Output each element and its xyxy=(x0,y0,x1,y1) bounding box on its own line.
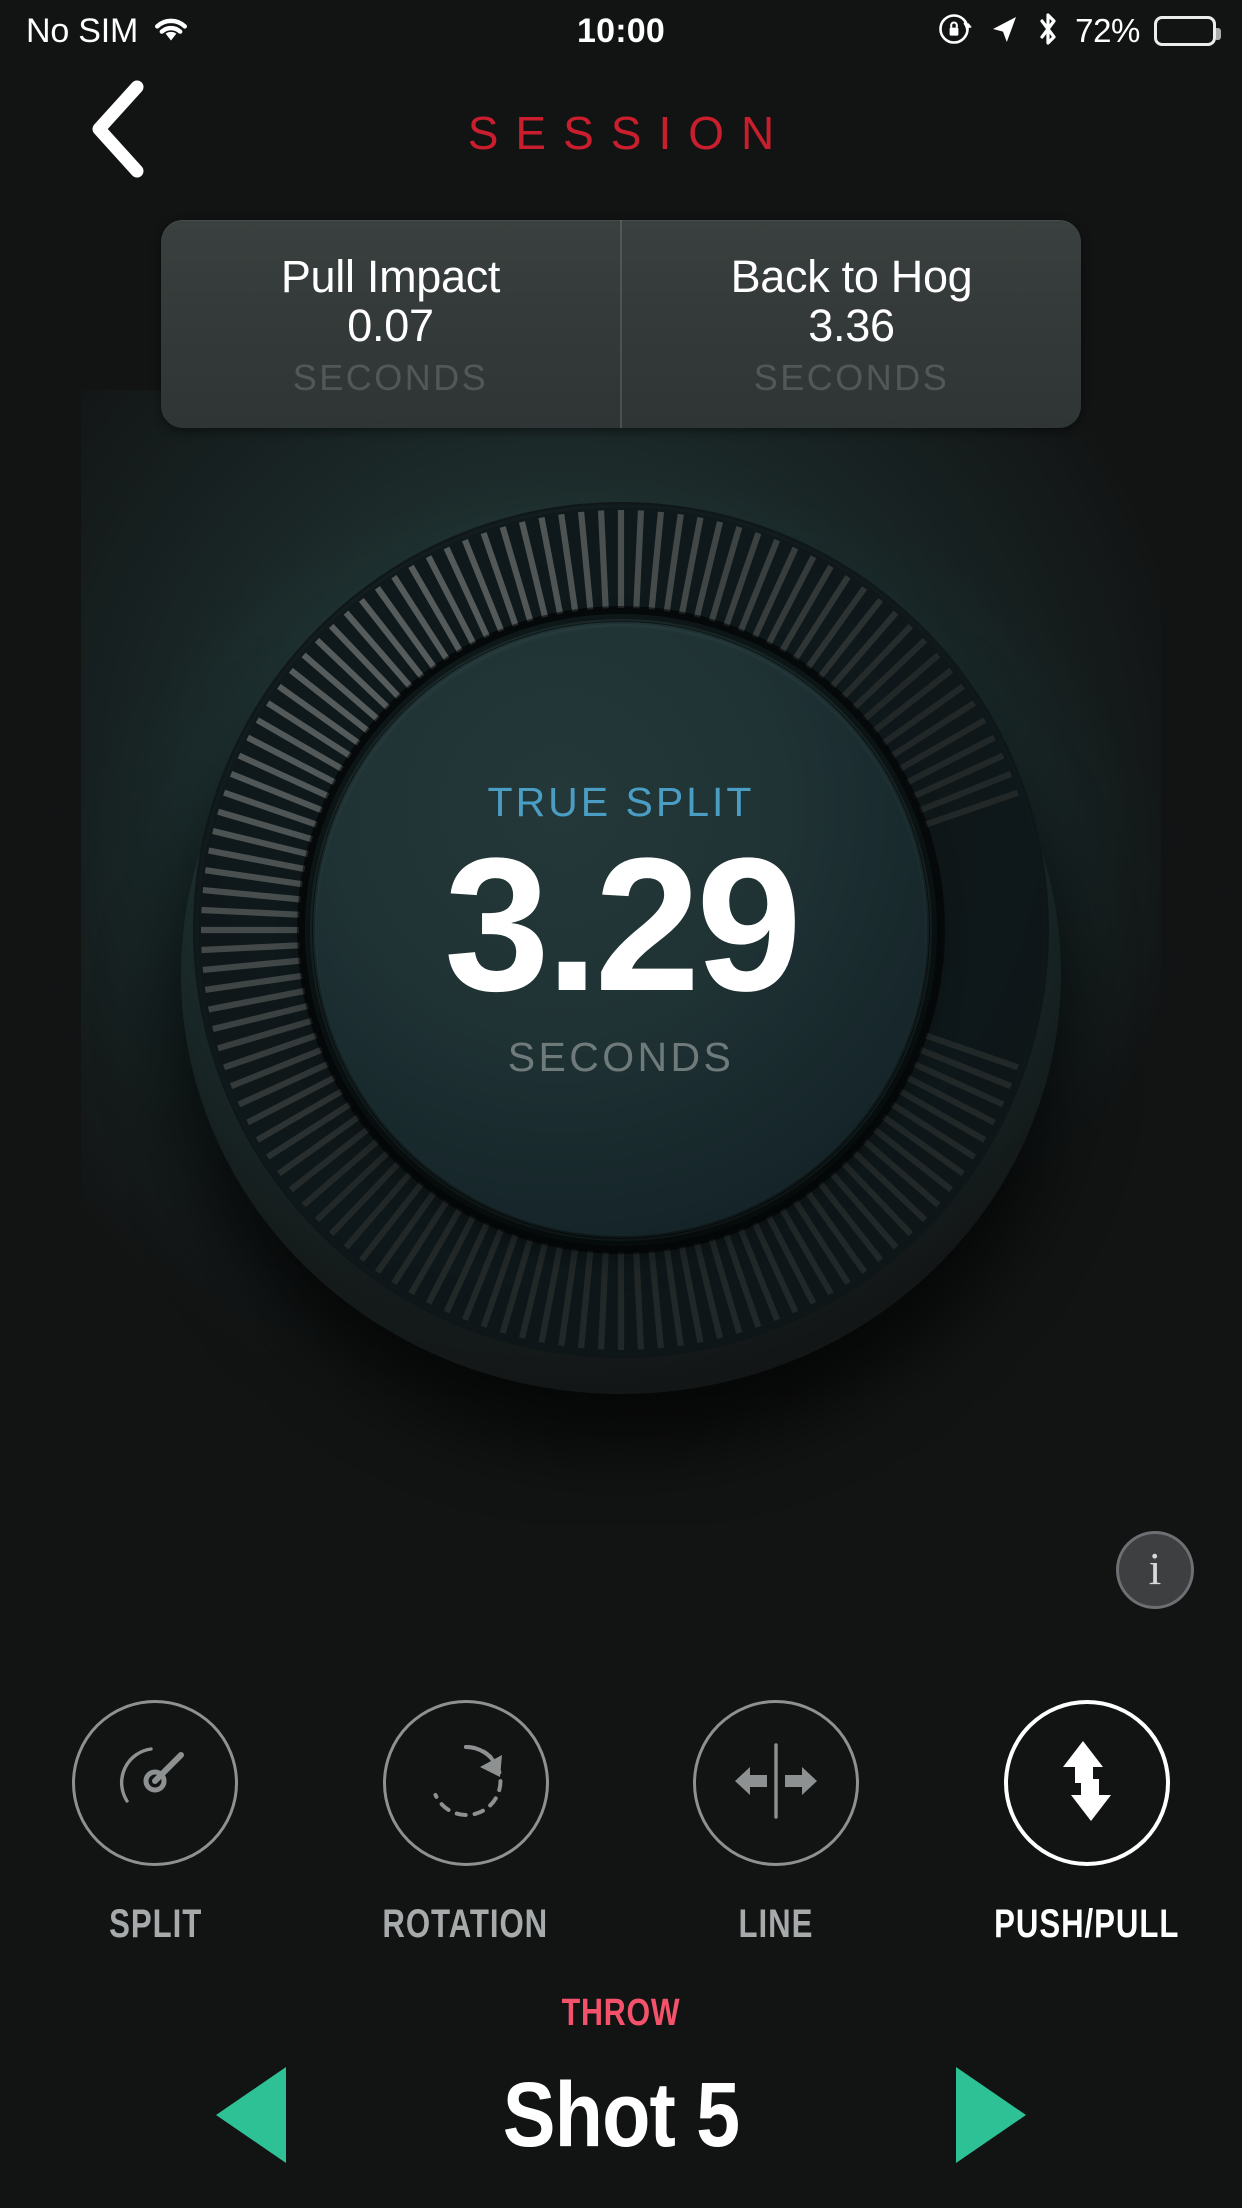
wifi-icon xyxy=(151,14,191,49)
stat-pull-impact[interactable]: Pull Impact 0.07 SECONDS xyxy=(161,220,620,428)
summary-stats-card: Pull Impact 0.07 SECONDS Back to Hog 3.3… xyxy=(161,220,1081,428)
dial-unit: SECONDS xyxy=(507,1034,735,1081)
stat-back-to-hog[interactable]: Back to Hog 3.36 SECONDS xyxy=(620,220,1081,428)
tab-label: SPLIT xyxy=(108,1902,202,1946)
rotation-lock-icon xyxy=(935,10,973,53)
stat-label: Back to Hog xyxy=(730,250,973,302)
header-bar: SESSION xyxy=(0,62,1242,202)
status-bar: No SIM 10:00 72% xyxy=(0,0,1242,62)
page-title: SESSION xyxy=(467,107,792,159)
shot-title: Shot 5 xyxy=(502,2064,740,2166)
tab-label: PUSH/PULL xyxy=(994,1902,1180,1946)
tab-icon-wrap xyxy=(382,1700,549,1866)
metric-tab-bar: SPLIT ROTATION LINE PUSH/PULL xyxy=(0,1700,1242,1947)
status-bar-right: 72% xyxy=(935,10,1221,53)
battery-icon xyxy=(1154,16,1221,46)
tab-push-pull[interactable]: PUSH/PULL xyxy=(932,1700,1242,1947)
shot-navigation: Shot 5 xyxy=(0,2050,1242,2180)
tab-split[interactable]: SPLIT xyxy=(0,1700,311,1947)
stat-value: 3.36 xyxy=(808,299,895,351)
up-down-arrows-icon xyxy=(1031,1725,1143,1842)
stat-unit: SECONDS xyxy=(753,357,950,399)
tab-label: LINE xyxy=(738,1902,814,1946)
info-button[interactable]: i xyxy=(1116,1531,1194,1609)
tab-icon-wrap xyxy=(693,1700,860,1866)
gauge-icon xyxy=(99,1725,211,1842)
rotation-icon xyxy=(410,1725,522,1842)
status-bar-left: No SIM xyxy=(26,12,191,51)
stat-unit: SECONDS xyxy=(292,357,489,399)
tab-label: ROTATION xyxy=(382,1902,549,1946)
next-shot-button[interactable] xyxy=(956,2067,1026,2163)
tab-icon-wrap xyxy=(1003,1700,1170,1866)
stat-label: Pull Impact xyxy=(280,250,501,302)
true-split-dial[interactable]: TRUE SPLIT 3.29 SECONDS xyxy=(181,490,1061,1370)
dial-face[interactable]: TRUE SPLIT 3.29 SECONDS xyxy=(315,624,927,1236)
location-arrow-icon xyxy=(987,12,1021,51)
section-label: THROW xyxy=(561,1992,681,2034)
left-right-arrows-icon xyxy=(720,1725,832,1842)
dial-value: 3.29 xyxy=(444,818,802,1031)
tab-icon-wrap xyxy=(72,1700,239,1866)
previous-shot-button[interactable] xyxy=(216,2067,286,2163)
stat-value: 0.07 xyxy=(347,299,434,351)
session-screen: No SIM 10:00 72% SESSION Pull Impact 0.0… xyxy=(0,0,1242,2208)
carrier-label: No SIM xyxy=(26,11,139,50)
battery-percent-label: 72% xyxy=(1075,12,1140,49)
tab-line[interactable]: LINE xyxy=(621,1700,932,1947)
info-icon: i xyxy=(1148,1543,1162,1594)
tab-rotation[interactable]: ROTATION xyxy=(311,1700,622,1947)
bluetooth-icon xyxy=(1035,10,1061,53)
